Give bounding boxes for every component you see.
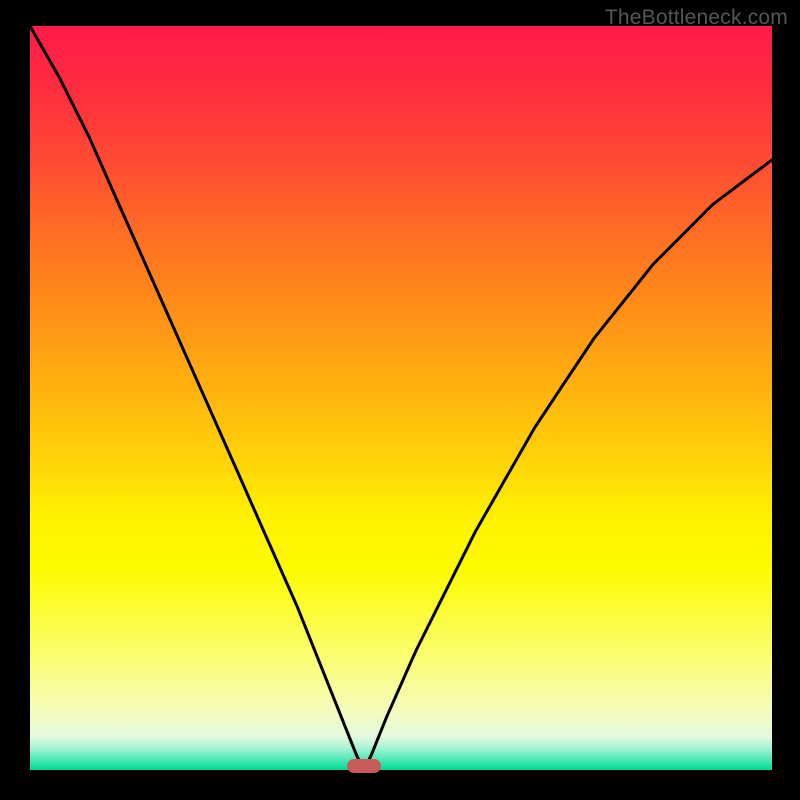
min-marker — [347, 759, 381, 773]
plot-area — [30, 26, 772, 770]
chart-frame: TheBottleneck.com — [0, 0, 800, 800]
watermark-text: TheBottleneck.com — [605, 6, 788, 30]
bottleneck-curve — [30, 26, 772, 770]
